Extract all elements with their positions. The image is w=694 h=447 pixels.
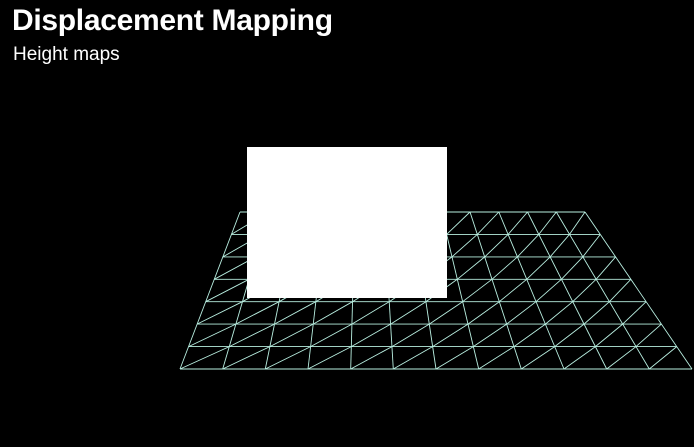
mesh-diagonal-line (274, 301, 317, 325)
mesh-diagonal-line (205, 278, 250, 303)
mesh-diagonal-line (506, 301, 537, 325)
mesh-diagonal-line (569, 211, 586, 235)
mesh-diagonal-line (429, 301, 463, 325)
mesh-diagonal-line (393, 346, 433, 370)
mesh-diagonal-line (435, 346, 474, 370)
mesh-diagonal-line (609, 278, 632, 303)
mesh-diagonal-line (473, 323, 507, 347)
mesh-diagonal-line (582, 234, 601, 258)
mesh-diagonal-line (561, 256, 584, 280)
mesh-diagonal-line (229, 323, 275, 348)
mesh-diagonal-line (390, 301, 427, 325)
mesh-diagonal-line (513, 323, 546, 347)
mesh-diagonal-line (462, 278, 493, 303)
mesh-diagonal-line (545, 301, 573, 325)
mesh-diagonal-line (312, 301, 353, 325)
mesh-diagonal-line (351, 323, 391, 347)
height-map-panel (247, 147, 447, 298)
mesh-diagonal-line (649, 346, 677, 370)
mesh-diagonal-line (265, 346, 311, 370)
mesh-diagonal-line (476, 211, 500, 235)
mesh-diagonal-line (572, 278, 597, 303)
mesh-diagonal-line (235, 301, 280, 325)
mesh-diagonal-line (499, 278, 527, 303)
mesh-column-line (527, 211, 608, 370)
mesh-diagonal-line (554, 323, 585, 347)
mesh-diagonal-line (583, 301, 610, 325)
mesh-diagonal-line (507, 211, 528, 235)
mesh-column-line (498, 211, 565, 370)
mesh-diagonal-line (606, 346, 637, 370)
mesh-diagonal-line (595, 323, 623, 347)
mesh-diagonal-line (269, 323, 314, 347)
mesh-diagonal-line (391, 323, 430, 347)
mesh-diagonal-line (478, 346, 515, 370)
mesh-diagonal-line (446, 211, 471, 235)
mesh-diagonal-line (526, 256, 551, 280)
mesh-diagonal-line (467, 301, 500, 325)
mesh-diagonal-line (484, 234, 509, 258)
mesh-diagonal-line (196, 301, 243, 325)
mesh-diagonal-line (451, 234, 478, 258)
mesh-diagonal-line (595, 256, 616, 280)
mesh-column-line (555, 211, 650, 370)
mesh-column-line (584, 211, 693, 370)
mesh-diagonal-line (622, 301, 647, 325)
mesh-diagonal-line (222, 346, 271, 370)
mesh-diagonal-line (517, 234, 540, 258)
mesh-diagonal-line (457, 256, 485, 280)
mesh-diagonal-line (432, 323, 469, 347)
mesh-diagonal-line (491, 256, 518, 280)
mesh-diagonal-line (563, 346, 596, 370)
mesh-diagonal-line (521, 346, 555, 370)
slide: Displacement Mapping Height maps (0, 0, 694, 447)
mesh-diagonal-line (538, 211, 557, 235)
mesh-diagonal-line (350, 346, 393, 370)
mesh-diagonal-line (310, 323, 353, 347)
mesh-diagonal-line (535, 278, 562, 303)
mesh-diagonal-line (549, 234, 570, 258)
mesh-diagonal-line (307, 346, 352, 370)
mesh-diagonal-line (635, 323, 662, 347)
mesh-diagonal-line (351, 301, 390, 325)
